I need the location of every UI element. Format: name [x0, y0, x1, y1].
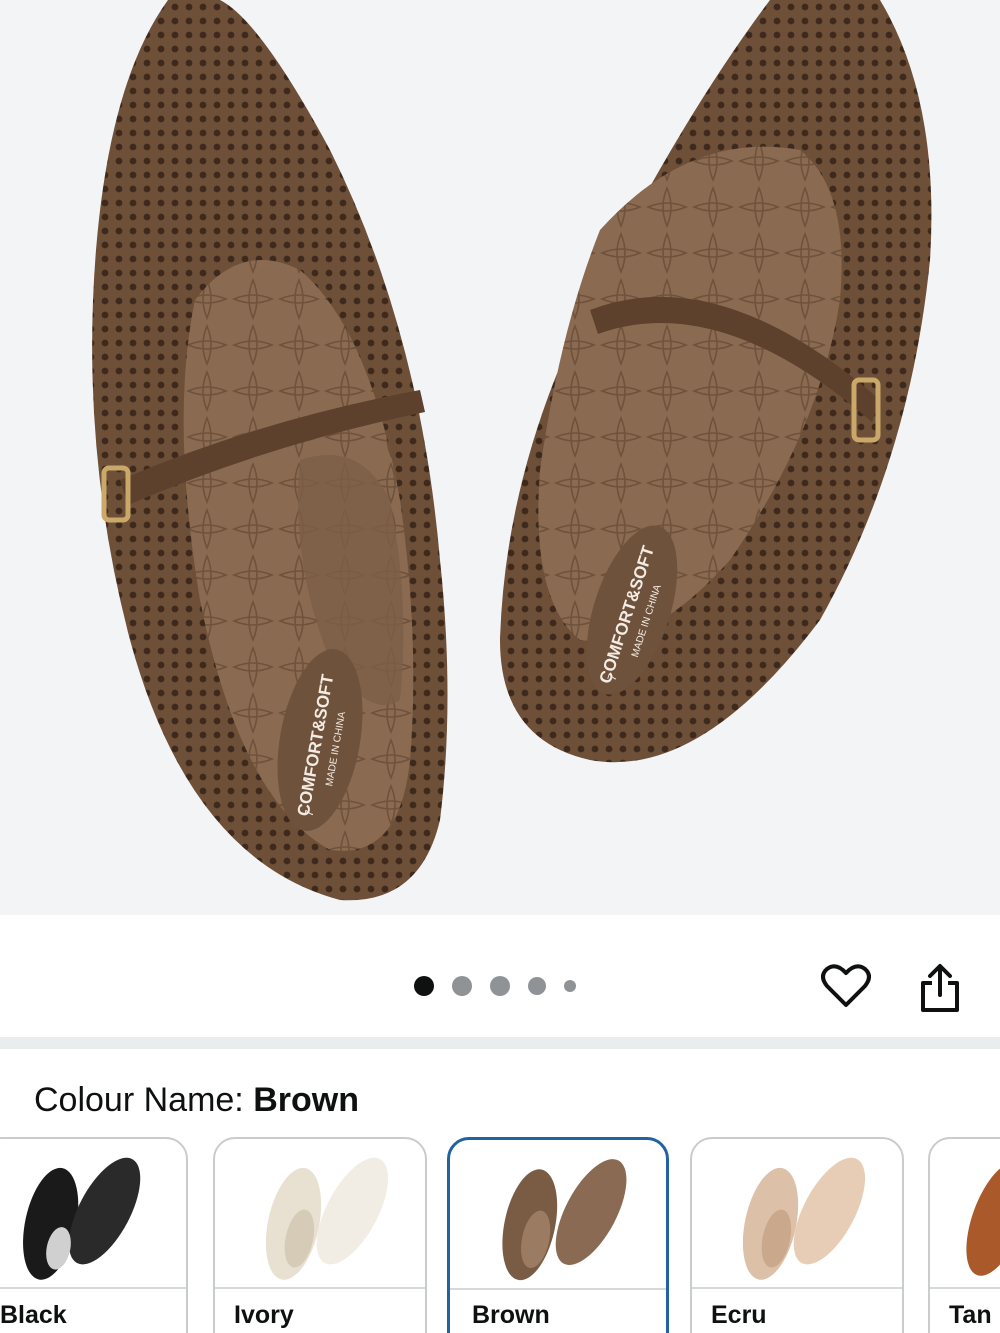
wishlist-button[interactable]: [818, 958, 874, 1014]
product-image[interactable]: COMFORT&SOFT MADE IN CHINA 7 COMFORT&SOF…: [0, 0, 1000, 915]
section-divider: [0, 1037, 1000, 1049]
carousel-dot-1[interactable]: [414, 976, 434, 996]
swatch-label-black: Black: [0, 1301, 67, 1329]
colour-name-heading: Colour Name: Brown: [34, 1081, 359, 1120]
swatch-image-ivory: [265, 1157, 389, 1280]
swatch-label-tan: Tan: [949, 1301, 992, 1329]
swatch-image-black: [23, 1157, 141, 1280]
share-upload-icon: [921, 964, 959, 1012]
carousel-dot-3[interactable]: [490, 976, 510, 996]
carousel-dots[interactable]: [414, 976, 594, 996]
swatch-label-brown: Brown: [472, 1301, 550, 1329]
carousel-dot-4[interactable]: [528, 977, 546, 995]
heart-outline-icon: [821, 964, 871, 1007]
swatch-image-tan: [966, 1161, 1000, 1276]
colour-name-label: Colour Name:: [34, 1081, 244, 1119]
colour-name-value: Brown: [253, 1081, 359, 1119]
carousel-dot-5[interactable]: [564, 980, 576, 992]
swatch-image-ecru: [742, 1157, 866, 1280]
swatch-image-brown: [502, 1159, 627, 1281]
left-shoe: COMFORT&SOFT MADE IN CHINA 7: [92, 0, 448, 901]
product-photo-shoes: COMFORT&SOFT MADE IN CHINA 7 COMFORT&SOF…: [92, 0, 932, 901]
swatch-label-ecru: Ecru: [711, 1301, 767, 1329]
right-shoe: COMFORT&SOFT MADE IN CHINA 7: [500, 0, 932, 763]
carousel-dot-2[interactable]: [452, 976, 472, 996]
share-button[interactable]: [912, 960, 968, 1016]
swatch-label-ivory: Ivory: [234, 1301, 294, 1329]
